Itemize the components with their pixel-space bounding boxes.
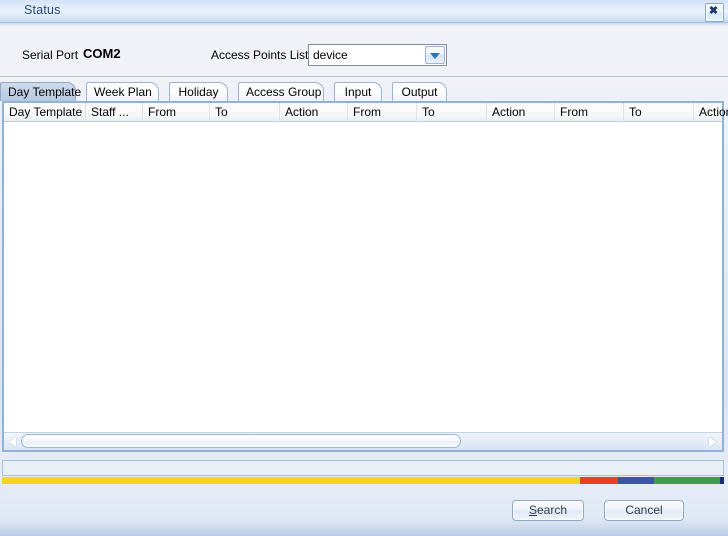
access-points-list-value: device bbox=[313, 48, 348, 62]
access-points-list-select[interactable]: device bbox=[308, 44, 447, 66]
chevron-down-icon[interactable] bbox=[425, 46, 445, 64]
tab-holiday[interactable]: Holiday bbox=[169, 82, 228, 101]
column-header[interactable]: Action bbox=[694, 103, 728, 122]
tab-day-template[interactable]: Day Template bbox=[0, 82, 82, 101]
arrow-left-icon[interactable] bbox=[5, 433, 21, 450]
column-header[interactable]: Action bbox=[487, 103, 555, 122]
cancel-button[interactable]: Cancel bbox=[604, 500, 684, 521]
tab-output[interactable]: Output bbox=[392, 82, 447, 101]
column-header[interactable]: To bbox=[210, 103, 280, 122]
arrow-right-icon[interactable] bbox=[705, 433, 721, 450]
tab-access-group[interactable]: Access Group bbox=[238, 82, 324, 101]
column-header[interactable]: To bbox=[624, 103, 694, 122]
tab-label: Holiday bbox=[178, 85, 219, 99]
scrollbar-thumb[interactable] bbox=[21, 434, 461, 448]
progress-segment bbox=[720, 477, 724, 484]
column-header[interactable]: Day Template bbox=[4, 103, 86, 122]
column-header[interactable]: To bbox=[417, 103, 487, 122]
horizontal-scrollbar[interactable] bbox=[4, 432, 722, 450]
table-body bbox=[4, 122, 722, 432]
tab-strip: Day Template Week Plan Holiday Access Group… bbox=[0, 82, 728, 102]
close-icon: ✖ bbox=[708, 5, 719, 17]
table-header-row: Day Template Staff ... From To Action From To A… bbox=[4, 103, 728, 122]
window-title: Status bbox=[24, 3, 61, 17]
progress-segment bbox=[580, 477, 618, 484]
top-form-row: Serial Port COM2 Access Points List devi… bbox=[0, 42, 728, 72]
progress-bar bbox=[2, 477, 724, 484]
results-panel: Day Template Staff ... From To Action From To A… bbox=[2, 101, 728, 452]
search-button-label: earch bbox=[536, 503, 568, 517]
scrollbar-track[interactable] bbox=[21, 433, 705, 450]
serial-port-value: COM2 bbox=[83, 46, 121, 61]
search-button[interactable]: Search bbox=[512, 500, 584, 521]
column-header[interactable]: From bbox=[555, 103, 624, 122]
column-header[interactable]: From bbox=[143, 103, 210, 122]
column-header[interactable]: Staff ... bbox=[86, 103, 143, 122]
column-header[interactable]: From bbox=[348, 103, 417, 122]
tab-label: Access Group bbox=[246, 85, 322, 99]
serial-port-label: Serial Port bbox=[22, 48, 79, 62]
progress-segment bbox=[2, 477, 580, 484]
tab-input[interactable]: Input bbox=[334, 82, 382, 101]
access-points-list-label: Access Points List bbox=[211, 48, 309, 62]
tab-label: Day Template bbox=[8, 85, 82, 99]
header-divider bbox=[0, 76, 728, 77]
tab-label: Input bbox=[344, 85, 372, 99]
title-bar: Status ✖ bbox=[0, 0, 728, 23]
status-message-panel bbox=[2, 460, 724, 476]
tab-label: Output bbox=[401, 85, 438, 99]
search-button-mnemonic: S bbox=[528, 503, 537, 517]
progress-segment bbox=[618, 477, 654, 484]
title-bar-underline bbox=[0, 23, 728, 26]
close-button[interactable]: ✖ bbox=[705, 3, 724, 22]
status-window: Status ✖ Serial Port COM2 Access Points … bbox=[0, 0, 728, 536]
tab-week-plan[interactable]: Week Plan bbox=[86, 82, 159, 101]
column-header[interactable]: Action bbox=[280, 103, 348, 122]
progress-segment bbox=[654, 477, 720, 484]
tab-label: Week Plan bbox=[94, 85, 152, 99]
